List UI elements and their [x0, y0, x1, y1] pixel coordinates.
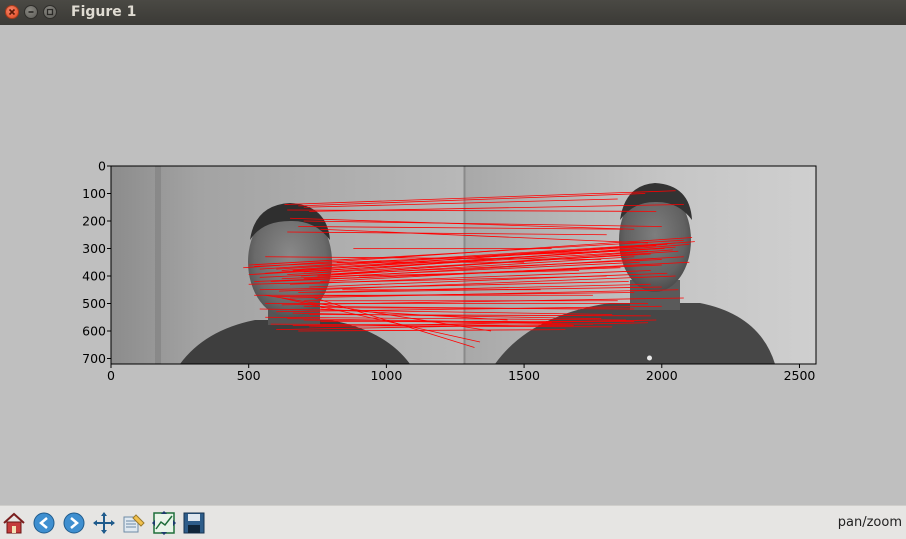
forward-button[interactable]: [61, 510, 87, 536]
y-tick-label: 500: [82, 296, 106, 311]
marker-dot: [647, 355, 652, 361]
floppy-disk-icon: [183, 512, 205, 534]
close-icon: [8, 8, 16, 16]
y-tick-label: 300: [82, 241, 106, 256]
edit-axis-button[interactable]: [151, 510, 177, 536]
arrow-left-icon: [33, 512, 55, 534]
y-tick-label: 700: [82, 351, 106, 366]
figure-canvas[interactable]: 0 500 1000 1500 2000 2500 0 100 200 300 400 500 600…: [0, 25, 906, 505]
y-tick-label: 0: [98, 159, 106, 174]
back-button[interactable]: [31, 510, 57, 536]
minimize-button[interactable]: [24, 5, 38, 19]
x-axis: 0 500 1000 1500 2000 2500: [107, 364, 815, 383]
x-tick-label: 500: [237, 368, 261, 383]
y-tick-label: 400: [82, 269, 106, 284]
mode-status-text: pan/zoom: [837, 515, 902, 530]
subplots-icon: [123, 514, 145, 533]
x-tick-label: 1500: [508, 368, 540, 383]
maximize-icon: [46, 8, 54, 16]
edit-curves-icon: [152, 511, 176, 535]
arrow-right-icon: [63, 512, 85, 534]
home-icon: [3, 512, 25, 534]
close-button[interactable]: [5, 5, 19, 19]
x-tick-label: 1000: [370, 368, 402, 383]
configure-subplots-button[interactable]: [121, 510, 147, 536]
x-tick-label: 2000: [646, 368, 678, 383]
save-button[interactable]: [181, 510, 207, 536]
home-button[interactable]: [1, 510, 27, 536]
x-tick-label: 0: [107, 368, 115, 383]
y-tick-label: 600: [82, 324, 106, 339]
move-arrows-icon: [93, 512, 115, 534]
y-tick-label: 200: [82, 214, 106, 229]
y-axis: 0 100 200 300 400 500 600 700: [82, 159, 111, 366]
pan-button[interactable]: [91, 510, 117, 536]
x-tick-label: 2500: [784, 368, 816, 383]
window-title: Figure 1: [71, 4, 137, 20]
minimize-icon: [28, 11, 34, 13]
window-titlebar[interactable]: Figure 1: [0, 0, 906, 25]
y-tick-label: 100: [82, 186, 106, 201]
plot-area[interactable]: 0 500 1000 1500 2000 2500 0 100 200 300 400 500 600…: [0, 25, 906, 505]
maximize-button[interactable]: [43, 5, 57, 19]
navigation-toolbar: pan/zoom: [0, 505, 906, 539]
